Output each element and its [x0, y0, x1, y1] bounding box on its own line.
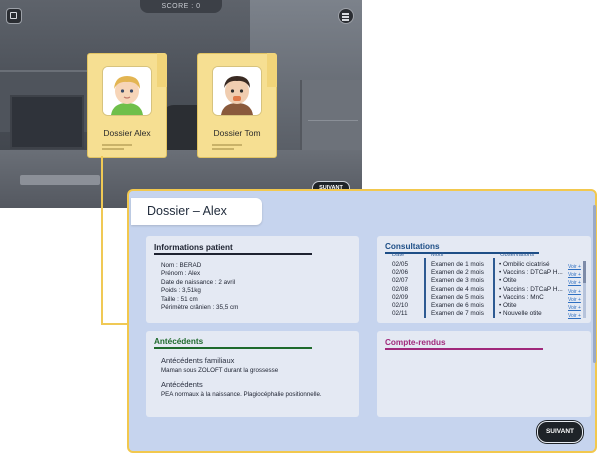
patient-info-card: Informations patient Nom : BERAD Prénom … [146, 236, 359, 323]
panel-title-box: Dossier – Alex [131, 198, 262, 225]
folder-tab [157, 53, 167, 87]
observations-column: • Ombilic cicatrisé • Vaccins : DTCaP H.… [499, 261, 563, 318]
personal-history-label: Antécédents [161, 380, 203, 389]
table-cell-motif: Examen de 2 mois [431, 269, 484, 277]
table-cell-motif: Examen de 7 mois [431, 310, 484, 318]
fullscreen-button[interactable] [6, 8, 22, 24]
patient-info-heading: Informations patient [154, 243, 233, 252]
family-history-text: Maman sous ZOLOFT durant la grossesse [161, 367, 279, 374]
view-more-link[interactable]: Voir + [568, 279, 581, 287]
folder-alex[interactable]: Dossier Alex [87, 53, 167, 158]
table-cell-observation: • Vaccins : MnC [499, 293, 544, 301]
table-cell-motif: Examen de 4 mois [431, 285, 484, 293]
avatar-alex [102, 66, 152, 116]
table-cell-observation: • Vaccins : DTCaP H... [499, 269, 563, 277]
date-column: 02/05 02/06 02/07 02/08 02/09 02/10 02/1… [392, 261, 408, 318]
reports-card: Compte-rendus [377, 331, 591, 417]
info-row: Périmètre crânien : 35,5 cm [161, 304, 239, 312]
consultations-scrollbar[interactable] [583, 261, 586, 318]
table-cell-date: 02/08 [392, 285, 408, 293]
monitor [10, 95, 84, 149]
info-row: Date de naissance : 2 avril [161, 278, 236, 286]
folder-line [212, 148, 234, 150]
consultations-card: Consultations Date Motif Observations 02… [377, 236, 591, 323]
avatar-tom [212, 66, 262, 116]
table-cell-motif: Examen de 3 mois [431, 277, 484, 285]
table-cell-observation: • Vaccins : DTCaP H... [499, 285, 563, 293]
view-more-link[interactable]: Voir + [568, 304, 581, 312]
view-more-link[interactable]: Voir + [568, 288, 581, 296]
folder-line [102, 144, 132, 146]
column-header-date: Date [392, 252, 405, 258]
game-scene: SCORE : 0 [0, 0, 362, 208]
column-separator [424, 258, 426, 318]
table-cell-date: 02/07 [392, 277, 408, 285]
table-cell-date: 02/06 [392, 269, 408, 277]
table-cell-motif: Examen de 6 mois [431, 302, 484, 310]
hamburger-icon [342, 13, 349, 22]
heading-underline [385, 348, 543, 350]
folder-tom[interactable]: Dossier Tom [197, 53, 277, 158]
table-cell-observation: • Nouvelle otite [499, 310, 542, 318]
family-history-label: Antécédents familiaux [161, 356, 235, 365]
info-row: Nom : BERAD [161, 262, 202, 269]
table-cell-date: 02/11 [392, 310, 408, 318]
fullscreen-icon [10, 12, 17, 19]
panel-scrollbar[interactable] [593, 205, 596, 363]
motif-column: Examen de 1 mois Examen de 2 mois Examen… [431, 261, 484, 318]
table-cell-observation: • Otite [499, 277, 517, 285]
column-separator [493, 258, 495, 318]
reports-heading: Compte-rendus [385, 338, 446, 347]
folder-label: Dossier Alex [103, 128, 151, 138]
folder-line [102, 148, 124, 150]
table-cell-date: 02/05 [392, 261, 408, 268]
table-cell-observation: • Ombilic cicatrisé [499, 261, 550, 268]
view-more-link[interactable]: Voir + [568, 296, 581, 304]
panel-title: Dossier – Alex [147, 204, 227, 218]
dossier-panel: Dossier – Alex Informations patient Nom … [127, 189, 597, 453]
table-cell-observation: • Otite [499, 302, 517, 310]
view-more-column: Voir + Voir + Voir + Voir + Voir + Voir … [568, 263, 581, 320]
view-more-link[interactable]: Voir + [568, 312, 581, 320]
heading-underline [154, 253, 312, 255]
folder-tab [267, 53, 277, 87]
heading-underline [154, 347, 312, 349]
scroll-thumb[interactable] [583, 261, 586, 283]
menu-button[interactable] [338, 8, 354, 24]
next-button[interactable]: SUIVANT [537, 421, 583, 443]
antecedents-card: Antécédents Antécédents familiaux Maman … [146, 331, 359, 417]
connector-line [101, 156, 103, 325]
personal-history-text: PEA normaux à la naissance. Plagiocéphal… [161, 391, 322, 398]
view-more-link[interactable]: Voir + [568, 271, 581, 279]
info-row: Taille : 51 cm [161, 295, 198, 303]
info-row: Poids : 3,51kg [161, 287, 201, 295]
antecedents-heading: Antécédents [154, 337, 204, 346]
keyboard [20, 175, 100, 185]
view-more-link[interactable]: Voir + [568, 263, 581, 271]
table-cell-motif: Examen de 1 mois [431, 261, 484, 268]
table-cell-date: 02/09 [392, 293, 408, 301]
patient-info-list: Nom : BERAD Prénom : Alex Date de naissa… [161, 262, 238, 312]
info-row: Prénom : Alex [161, 270, 201, 278]
table-cell-motif: Examen de 5 mois [431, 293, 484, 301]
score-display: SCORE : 0 [140, 0, 222, 13]
folder-line [212, 144, 242, 146]
column-header-observations: Observations [500, 252, 535, 258]
table-cell-date: 02/10 [392, 302, 408, 310]
consultations-heading: Consultations [385, 242, 440, 251]
column-header-motif: Motif [431, 252, 444, 258]
folder-label: Dossier Tom [213, 128, 261, 138]
